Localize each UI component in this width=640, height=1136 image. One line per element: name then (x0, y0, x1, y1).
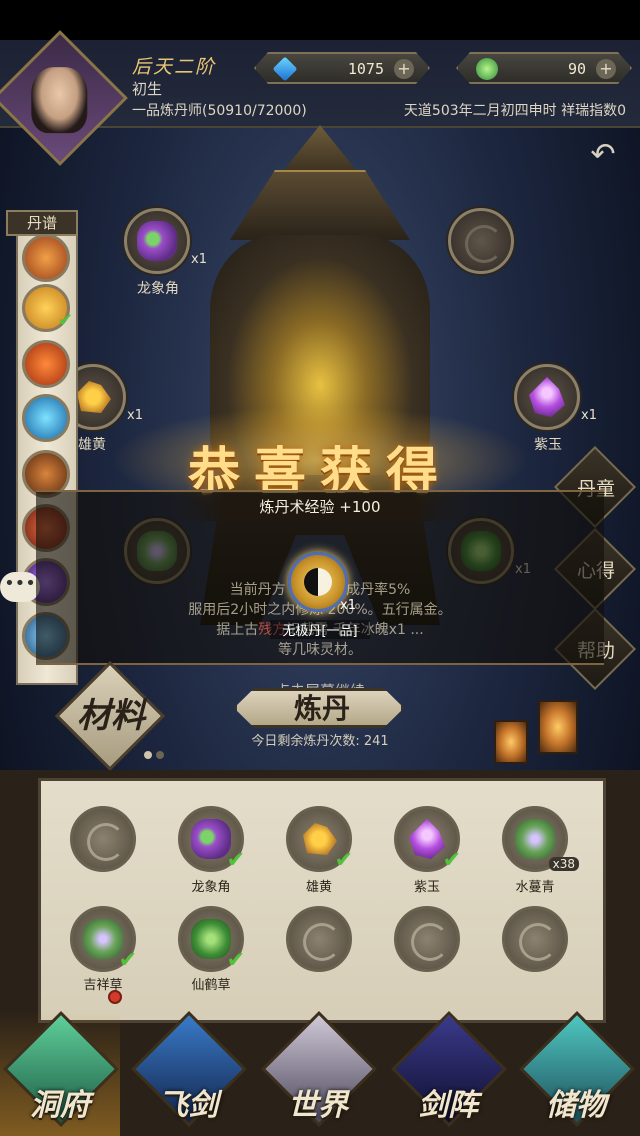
player-header: 后天二阶 初生 一品炼丹师(50910/72000) 1075 + 90 + 天… (0, 30, 640, 166)
bottom-nav: 洞府 飞剑 世界 剑阵 储物 (0, 1000, 640, 1136)
jade-icon (476, 58, 498, 80)
recipe-pill-2[interactable]: ✔ (22, 284, 73, 332)
page-indicator (144, 744, 168, 763)
cultivation-rank: 后天二阶 (132, 56, 217, 78)
auspicious-herb-icon (83, 919, 123, 959)
nav-label: 储物 (546, 1088, 606, 1123)
material-slot-empty[interactable] (394, 906, 460, 972)
reward-pill-name: 无极丹[一品] (270, 620, 370, 639)
avatar[interactable] (0, 30, 128, 166)
material-label: 雄黄 (305, 880, 332, 895)
jade-currency: 90 + (456, 52, 632, 84)
material-label: 紫玉 (413, 880, 440, 895)
material-xionghuang[interactable]: ✔ (286, 806, 353, 873)
gem-currency: 1075 + (254, 52, 430, 84)
nav-label: 世界 (288, 1088, 348, 1123)
avatar-portrait (31, 67, 88, 134)
nav-label: 洞府 (30, 1088, 90, 1123)
add-jade-button[interactable]: + (596, 59, 616, 79)
nav-world[interactable]: 世界 (258, 1010, 378, 1136)
nav-storage[interactable]: 储物 (516, 1010, 636, 1136)
page-dot (156, 751, 164, 759)
desc-line-4: 等几味灵材。 (278, 642, 362, 658)
back-arrow-icon[interactable]: ↶ (582, 138, 624, 172)
material-count: x38 (548, 857, 579, 871)
tab-materials-label: 材料 (77, 696, 145, 736)
nav-label: 剑阵 (418, 1088, 478, 1123)
material-label: 水蔓青 (515, 880, 555, 895)
furnace-slot-longxiang[interactable]: x1 (124, 208, 207, 274)
desc-line-3-a: 据上古 (216, 622, 259, 638)
gem-value: 1075 (347, 60, 384, 78)
lantern-icon (538, 700, 578, 754)
check-icon: ✔ (442, 848, 461, 873)
slot-label: 龙象角 (137, 281, 179, 297)
material-slot-empty[interactable] (286, 906, 352, 972)
exp-gain: 炼丹术经验 +100 (170, 493, 470, 521)
chat-bubble-icon[interactable]: ••• (0, 572, 40, 602)
longxiang-horn-icon (191, 819, 231, 859)
status-bar (0, 0, 640, 40)
check-icon: ✔ (57, 310, 73, 331)
material-longxiang[interactable]: ✔ (178, 806, 245, 873)
slot-count: x1 (191, 252, 207, 267)
add-gem-button[interactable]: + (394, 59, 414, 79)
water-vine-icon (515, 819, 555, 859)
realgar-icon (303, 823, 337, 855)
recipe-scroll-title: 丹谱 (6, 210, 78, 236)
recipe-pill-3[interactable] (22, 340, 70, 388)
check-icon: ✔ (226, 848, 245, 873)
longxiang-horn-icon (137, 221, 177, 261)
material-ziyu[interactable]: ✔ (394, 806, 461, 873)
material-xianhecao[interactable]: ✔ (178, 906, 245, 973)
reward-pill-count: x1 (340, 598, 356, 613)
cultivation-stage: 初生 (132, 80, 163, 98)
material-label: 龙象角 (191, 880, 231, 895)
material-label: 吉祥草 (83, 978, 123, 993)
furnace-roof (230, 170, 410, 240)
yin-yang-icon (304, 568, 332, 596)
purple-jade-icon (409, 819, 445, 859)
page-dot (144, 751, 152, 759)
tab-alchemy-label: 炼丹 (293, 692, 350, 725)
reward-pill (288, 552, 348, 612)
check-icon: ✔ (118, 948, 137, 973)
lantern-icon (494, 720, 528, 764)
jade-value: 90 (567, 60, 586, 78)
material-label: 仙鹤草 (191, 978, 231, 993)
nav-flying-sword[interactable]: 飞剑 (128, 1010, 248, 1136)
material-slot-empty[interactable] (502, 906, 568, 972)
material-slot-empty[interactable] (70, 806, 136, 872)
blue-gem-icon (272, 56, 298, 82)
world-time: 天道503年二月初四申时 祥瑞指数0 (403, 103, 626, 119)
crane-herb-icon (191, 919, 231, 959)
check-icon: ✔ (334, 848, 353, 873)
material-jixiangcao[interactable]: ✔ (70, 906, 137, 973)
purple-jade-icon (529, 377, 565, 417)
recipe-pill-4[interactable] (22, 394, 70, 442)
nav-cave[interactable]: 洞府 (0, 1010, 120, 1136)
remaining-attempts: 今日剩余炼丹次数: 241 (251, 734, 389, 749)
nav-label: 飞剑 (158, 1088, 218, 1123)
tab-alchemy[interactable]: 炼丹 (234, 688, 404, 728)
game-screen: 后天二阶 初生 一品炼丹师(50910/72000) 1075 + 90 + 天… (0, 0, 640, 1136)
slot-count: x1 (581, 408, 597, 423)
recipe-pill-1[interactable] (22, 234, 70, 282)
nav-sword-array[interactable]: 剑阵 (388, 1010, 508, 1136)
furnace-top (280, 125, 360, 175)
alchemist-title: 一品炼丹师(50910/72000) (132, 103, 307, 119)
furnace-slot-empty[interactable] (448, 208, 514, 274)
check-icon: ✔ (226, 948, 245, 973)
realgar-icon (77, 381, 111, 413)
material-shuimanqing[interactable]: x38 (502, 806, 579, 872)
